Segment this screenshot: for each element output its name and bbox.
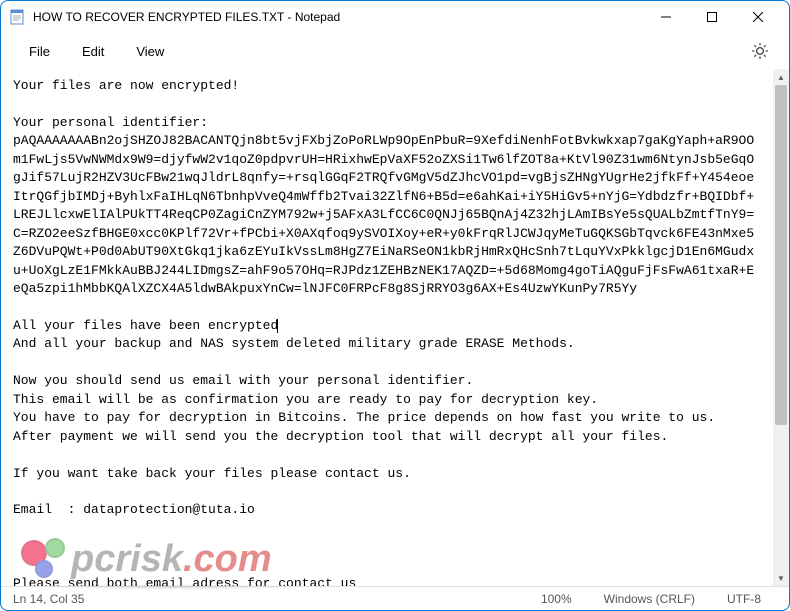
text-editor[interactable]: Your files are now encrypted! Your perso… xyxy=(1,69,773,586)
scrollbar-thumb[interactable] xyxy=(775,85,787,425)
notepad-icon xyxy=(9,9,25,25)
maximize-button[interactable] xyxy=(689,1,735,33)
cursor-position: Ln 14, Col 35 xyxy=(13,592,525,606)
text-line: This email will be as confirmation you a… xyxy=(13,392,598,407)
text-line: Your files are now encrypted! xyxy=(13,78,239,93)
text-line: Your personal identifier: xyxy=(13,115,208,130)
text-line: Please send both email adress for contac… xyxy=(13,576,356,586)
line-ending: Windows (CRLF) xyxy=(588,592,711,606)
scroll-up-arrow[interactable]: ▲ xyxy=(773,69,789,85)
identifier-block: pAQAAAAAAABn2ojSHZOJ82BACANTQjn8bt5vjFXb… xyxy=(13,133,754,296)
menu-edit[interactable]: Edit xyxy=(66,38,120,65)
scroll-down-arrow[interactable]: ▼ xyxy=(773,570,789,586)
encoding: UTF-8 xyxy=(711,592,777,606)
content-area: Your files are now encrypted! Your perso… xyxy=(1,69,789,586)
statusbar: Ln 14, Col 35 100% Windows (CRLF) UTF-8 xyxy=(1,586,789,610)
gear-icon[interactable] xyxy=(751,42,769,60)
zoom-level: 100% xyxy=(525,592,588,606)
text-line: You have to pay for decryption in Bitcoi… xyxy=(13,410,715,425)
menu-file[interactable]: File xyxy=(13,38,66,65)
text-line: All your files have been encrypted xyxy=(13,318,278,333)
vertical-scrollbar[interactable]: ▲ ▼ xyxy=(773,69,789,586)
window-controls xyxy=(643,1,781,33)
close-button[interactable] xyxy=(735,1,781,33)
window-title: HOW TO RECOVER ENCRYPTED FILES.TXT - Not… xyxy=(33,10,643,24)
menu-view[interactable]: View xyxy=(120,38,180,65)
titlebar: HOW TO RECOVER ENCRYPTED FILES.TXT - Not… xyxy=(1,1,789,33)
text-line: If you want take back your files please … xyxy=(13,466,411,481)
text-line: And all your backup and NAS system delet… xyxy=(13,336,575,351)
text-line: Now you should send us email with your p… xyxy=(13,373,473,388)
minimize-button[interactable] xyxy=(643,1,689,33)
text-line: After payment we will send you the decry… xyxy=(13,429,668,444)
menubar: File Edit View xyxy=(1,33,789,69)
text-line: Email : dataprotection@tuta.io xyxy=(13,502,255,517)
